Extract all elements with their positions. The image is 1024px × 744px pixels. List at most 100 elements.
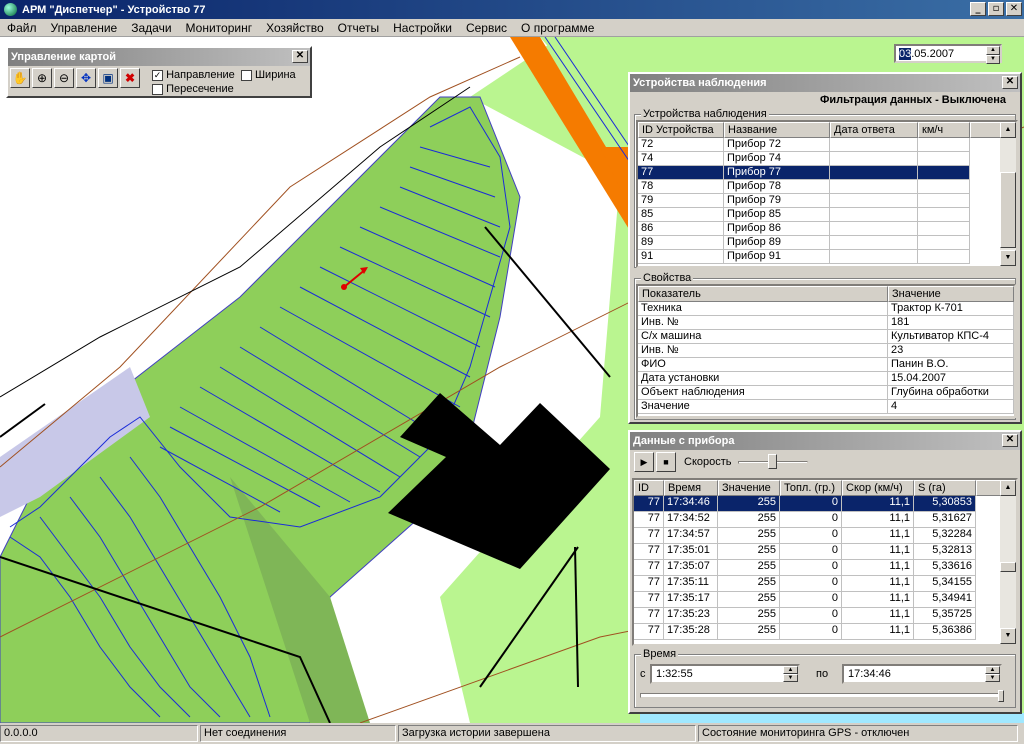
device-row[interactable]: 85 Прибор 85	[638, 208, 1016, 222]
time-range-slider[interactable]	[640, 690, 1004, 702]
col-device-id[interactable]: ID Устройства	[638, 122, 724, 138]
scroll-thumb[interactable]	[1000, 172, 1016, 248]
date-spinner[interactable]: ▲ ▼	[986, 46, 1000, 64]
play-icon[interactable]: ▶	[634, 452, 654, 472]
device-data-close-button[interactable]: ✕	[1002, 434, 1018, 447]
date-picker[interactable]: 03 .05.2007 ▲ ▼	[894, 44, 1002, 64]
device-date	[830, 222, 918, 236]
col-speed[interactable]: км/ч	[918, 122, 970, 138]
col-time[interactable]: Время	[664, 480, 718, 496]
device-row[interactable]: 74 Прибор 74	[638, 152, 1016, 166]
device-row[interactable]: 78 Прибор 78	[638, 180, 1016, 194]
data-row[interactable]: 77 17:35:28 255 0 11,1 5,36386	[634, 624, 1016, 640]
col-fuel[interactable]: Топл. (гр.)	[780, 480, 842, 496]
minimize-button[interactable]: _	[970, 2, 986, 16]
property-row[interactable]: ФИО Панин В.О.	[638, 358, 1014, 372]
property-row[interactable]: Инв. № 23	[638, 344, 1014, 358]
intersection-checkbox[interactable]	[152, 83, 163, 95]
from-down-icon[interactable]: ▼	[783, 674, 798, 682]
menu-service[interactable]: Сервис	[459, 21, 514, 35]
menu-farm[interactable]: Хозяйство	[259, 21, 331, 35]
from-up-icon[interactable]: ▲	[783, 666, 798, 674]
device-row[interactable]: 72 Прибор 72	[638, 138, 1016, 152]
spin-up-icon[interactable]: ▲	[986, 46, 1000, 55]
device-row[interactable]: 91 Прибор 91	[638, 250, 1016, 264]
width-checkbox[interactable]	[240, 69, 252, 81]
data-row[interactable]: 77 17:35:23 255 0 11,1 5,35725	[634, 608, 1016, 624]
col-area[interactable]: S (га)	[914, 480, 976, 496]
data-scrollbar[interactable]: ▲ ▼	[1000, 480, 1016, 644]
col-speed-kmh[interactable]: Скор (км/ч)	[842, 480, 914, 496]
from-time-field[interactable]: 1:32:55 ▲ ▼	[650, 664, 800, 684]
menu-settings[interactable]: Настройки	[386, 21, 459, 35]
speed-slider-thumb[interactable]	[768, 454, 778, 469]
menu-tasks[interactable]: Задачи	[124, 21, 178, 35]
save-disk-icon[interactable]: ▣	[98, 68, 118, 88]
device-speed	[918, 180, 970, 194]
spin-down-icon[interactable]: ▼	[986, 55, 1000, 64]
move-arrows-icon[interactable]: ✥	[76, 68, 96, 88]
menu-reports[interactable]: Отчеты	[331, 21, 386, 35]
data-area: 5,32813	[914, 544, 976, 560]
property-key: Объект наблюдения	[638, 386, 888, 400]
device-date	[830, 152, 918, 166]
data-row[interactable]: 77 17:35:01 255 0 11,1 5,32813	[634, 544, 1016, 560]
property-row[interactable]: Техника Трактор К-701	[638, 302, 1014, 316]
data-row[interactable]: 77 17:35:07 255 0 11,1 5,33616	[634, 560, 1016, 576]
col-id[interactable]: ID	[634, 480, 664, 496]
data-row[interactable]: 77 17:34:52 255 0 11,1 5,31627	[634, 512, 1016, 528]
col-response-date[interactable]: Дата ответа	[830, 122, 918, 138]
maximize-button[interactable]: ▫	[988, 2, 1004, 16]
col-value[interactable]: Значение	[888, 286, 1014, 302]
direction-checkbox[interactable]: ✓	[152, 69, 163, 81]
to-time-field[interactable]: 17:34:46 ▲ ▼	[842, 664, 1002, 684]
time-range-thumb[interactable]	[998, 690, 1004, 702]
scroll-up-icon[interactable]: ▲	[1000, 122, 1016, 138]
menu-control[interactable]: Управление	[44, 21, 125, 35]
from-spinner[interactable]: ▲ ▼	[783, 666, 798, 682]
to-down-icon[interactable]: ▼	[985, 674, 1000, 682]
property-row[interactable]: С/х машина Культиватор КПС-4	[638, 330, 1014, 344]
menu-about[interactable]: О программе	[514, 21, 601, 35]
menu-file[interactable]: Файл	[0, 21, 44, 35]
scroll-down-icon[interactable]: ▼	[1000, 250, 1016, 266]
data-row[interactable]: 77 17:35:17 255 0 11,1 5,34941	[634, 592, 1016, 608]
data-fuel: 0	[780, 544, 842, 560]
property-row[interactable]: Дата установки 15.04.2007	[638, 372, 1014, 386]
map-control-close-button[interactable]: ✕	[292, 50, 308, 63]
col-name[interactable]: Название	[724, 122, 830, 138]
data-value: 255	[718, 608, 780, 624]
device-row[interactable]: 77 Прибор 77	[638, 166, 1016, 180]
data-value: 255	[718, 560, 780, 576]
data-row[interactable]: 77 17:35:11 255 0 11,1 5,34155	[634, 576, 1016, 592]
device-row[interactable]: 89 Прибор 89	[638, 236, 1016, 250]
zoom-out-icon[interactable]: ⊖	[54, 68, 74, 88]
pan-hand-icon[interactable]: ✋	[10, 68, 30, 88]
to-up-icon[interactable]: ▲	[985, 666, 1000, 674]
status-ip: 0.0.0.0	[0, 725, 198, 742]
speed-slider[interactable]	[737, 454, 808, 470]
property-value: Культиватор КПС-4	[888, 330, 1014, 344]
menu-monitoring[interactable]: Мониторинг	[179, 21, 260, 35]
property-row[interactable]: Объект наблюдения Глубина обработки	[638, 386, 1014, 400]
data-row[interactable]: 77 17:34:46 255 0 11,1 5,30853	[634, 496, 1016, 512]
zoom-in-icon[interactable]: ⊕	[32, 68, 52, 88]
delete-x-icon[interactable]: ✖	[120, 68, 140, 88]
property-key: С/х машина	[638, 330, 888, 344]
col-reading[interactable]: Значение	[718, 480, 780, 496]
device-row[interactable]: 79 Прибор 79	[638, 194, 1016, 208]
stop-icon[interactable]: ■	[656, 452, 676, 472]
data-scroll-up-icon[interactable]: ▲	[1000, 480, 1016, 496]
col-indicator[interactable]: Показатель	[638, 286, 888, 302]
property-row[interactable]: Значение 4	[638, 400, 1014, 414]
devices-close-button[interactable]: ✕	[1002, 76, 1018, 89]
device-row[interactable]: 86 Прибор 86	[638, 222, 1016, 236]
data-row[interactable]: 77 17:34:57 255 0 11,1 5,32284	[634, 528, 1016, 544]
data-scroll-thumb[interactable]	[1000, 562, 1016, 572]
close-button[interactable]: ✕	[1006, 2, 1022, 16]
property-row[interactable]: Инв. № 181	[638, 316, 1014, 330]
data-scroll-down-icon[interactable]: ▼	[1000, 628, 1016, 644]
data-area: 5,31627	[914, 512, 976, 528]
to-spinner[interactable]: ▲ ▼	[985, 666, 1000, 682]
devices-scrollbar[interactable]: ▲ ▼	[1000, 122, 1016, 266]
